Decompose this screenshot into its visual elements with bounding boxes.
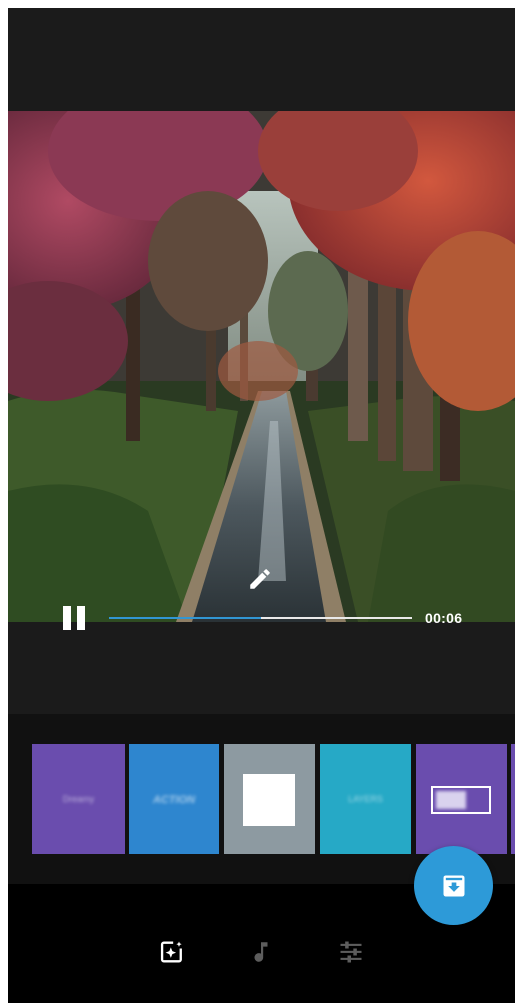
save-download-icon bbox=[443, 875, 464, 896]
mid-spacer bbox=[8, 638, 515, 714]
tab-themes[interactable] bbox=[152, 932, 192, 972]
retro-frame bbox=[431, 786, 491, 814]
theme-item-frame[interactable] bbox=[224, 744, 315, 854]
autumn-path-photo bbox=[8, 111, 515, 622]
time-label: 00:06 bbox=[425, 610, 463, 626]
progress-fill bbox=[109, 617, 261, 619]
music-note-icon bbox=[254, 942, 268, 962]
top-spacer bbox=[8, 8, 515, 111]
pause-icon bbox=[63, 606, 71, 630]
pencil-icon bbox=[250, 569, 270, 589]
theme-label: Dreamy bbox=[62, 794, 95, 804]
video-preview[interactable] bbox=[8, 111, 515, 622]
progress-bar[interactable] bbox=[109, 617, 412, 619]
playback-controls: 00:06 bbox=[8, 598, 515, 638]
frame-thumbnail bbox=[243, 774, 295, 826]
app-frame: 00:06 Dreamy ACTION LAYERS bbox=[8, 8, 515, 1003]
pause-button[interactable] bbox=[60, 606, 90, 634]
adjust-sliders-icon bbox=[340, 941, 362, 963]
theme-item-action[interactable]: ACTION bbox=[129, 744, 219, 854]
theme-sparkle-icon bbox=[160, 940, 184, 963]
tab-music[interactable] bbox=[241, 932, 281, 972]
theme-item-partial[interactable] bbox=[511, 744, 515, 854]
edit-button[interactable] bbox=[244, 563, 276, 595]
theme-item-dreamy[interactable]: Dreamy bbox=[32, 744, 125, 854]
save-button[interactable] bbox=[414, 846, 493, 925]
theme-label: LAYERS bbox=[348, 794, 383, 804]
tab-adjust[interactable] bbox=[331, 932, 371, 972]
theme-item-retro[interactable] bbox=[416, 744, 507, 854]
theme-label: ACTION bbox=[152, 794, 196, 806]
theme-item-layers[interactable]: LAYERS bbox=[320, 744, 411, 854]
